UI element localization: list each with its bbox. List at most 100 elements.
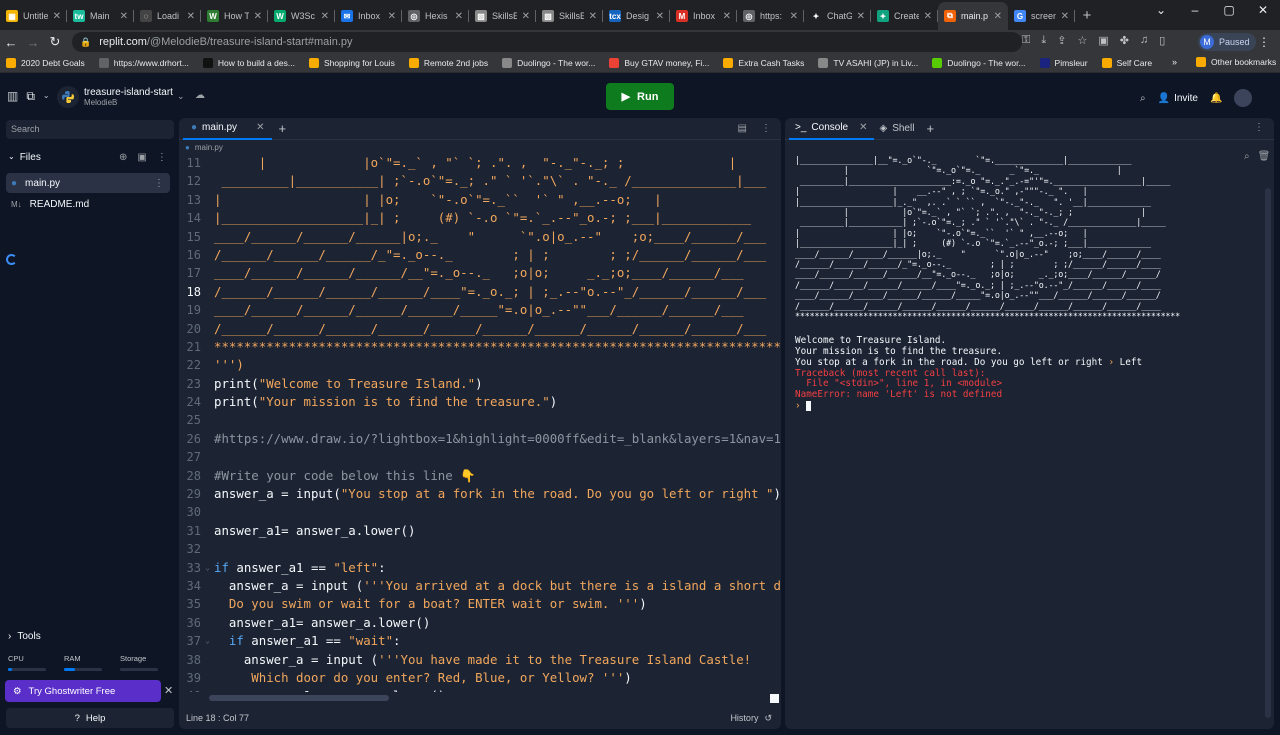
tab-main-py[interactable]: ● main.py ✕ [183, 118, 273, 140]
browser-tab[interactable]: Gscreen ✕ [1008, 2, 1075, 30]
fold-gutter[interactable] [201, 669, 214, 687]
fold-gutter[interactable] [201, 430, 214, 448]
browser-tab[interactable]: ⧉ main.p ✕ [938, 2, 1008, 30]
close-tab-icon[interactable]: ✕ [723, 11, 731, 22]
input-prompt[interactable]: › [795, 401, 1235, 412]
fold-gutter[interactable] [201, 595, 214, 613]
bookmark-item[interactable]: Extra Cash Tasks [723, 58, 804, 68]
close-icon[interactable]: ✕ [256, 122, 264, 133]
bookmark-item[interactable]: Remote 2nd jobs [408, 58, 488, 68]
code-line[interactable]: 23 print("Welcome to Treasure Island.") [179, 375, 781, 393]
code-line[interactable]: 13 | | |o; `"-.o`"=._`` '` " ,__.--o; | [179, 191, 781, 209]
key-icon[interactable]: ⚿ [1022, 34, 1030, 47]
fold-gutter[interactable] [201, 301, 214, 319]
fold-gutter[interactable] [201, 264, 214, 282]
fold-gutter[interactable] [201, 172, 214, 190]
code-line[interactable]: 34 answer_a = input ('''You arrived at a… [179, 577, 781, 595]
close-tab-icon[interactable]: ✕ [455, 11, 463, 22]
code-line[interactable]: 30 [179, 503, 781, 521]
code-line[interactable]: 25 [179, 411, 781, 429]
code-line[interactable]: 28 #Write your code below this line 👇 [179, 467, 781, 485]
fold-gutter[interactable] [201, 485, 214, 503]
fold-gutter[interactable] [201, 320, 214, 338]
puzzle-icon[interactable]: ✤ [1120, 34, 1129, 47]
code-line[interactable]: 32 [179, 540, 781, 558]
bookmark-item[interactable]: How to build a des... [202, 58, 295, 68]
browser-tab[interactable]: ▦ Untitle ✕ [0, 2, 67, 30]
user-avatar[interactable] [1234, 89, 1253, 107]
fold-gutter[interactable] [201, 154, 214, 172]
fold-gutter[interactable] [201, 209, 214, 227]
fold-gutter[interactable]: ⌄ [201, 632, 214, 650]
scrollbar-thumb[interactable] [209, 695, 389, 701]
close-tab-icon[interactable]: ✕ [120, 11, 128, 22]
back-icon[interactable]: ← [0, 35, 22, 50]
tools-section[interactable]: › Tools [8, 631, 41, 642]
file-item-readme[interactable]: M↓ README.md [6, 194, 170, 214]
vertical-scrollbar[interactable] [1265, 188, 1271, 718]
close-icon[interactable]: ✕ [164, 684, 173, 697]
code-line[interactable]: 16 /______/______/______/_"=._o--._ ; | ;… [179, 246, 781, 264]
add-tab-icon[interactable]: + [278, 121, 286, 136]
fold-gutter[interactable] [201, 448, 214, 466]
browser-tab[interactable]: ◌ Loadi ✕ [134, 2, 201, 30]
close-tab-icon[interactable]: ✕ [522, 11, 530, 22]
code-line[interactable]: 12 _________|___________| ;`-.o`"=._; ."… [179, 172, 781, 190]
code-line[interactable]: 21 **************************************… [179, 338, 781, 356]
chevron-down-icon[interactable]: ⌄ [43, 89, 50, 104]
fold-gutter[interactable] [201, 338, 214, 356]
browser-tab[interactable]: W How T ✕ [201, 2, 268, 30]
sidebar-toggle-icon[interactable]: ▥ [7, 89, 18, 104]
code-line[interactable]: 22 ''') [179, 356, 781, 374]
code-line[interactable]: 27 [179, 448, 781, 466]
code-line[interactable]: 33 ⌄ if answer_a1 == "left": [179, 559, 781, 577]
other-bookmarks[interactable]: Other bookmarks [1196, 57, 1276, 67]
clear-console-icon[interactable]: 🗑 [1258, 151, 1271, 162]
run-button[interactable]: ▶ Run [606, 83, 674, 110]
code-line[interactable]: 11 | |o`"=._` , "` `; .". , "-._"-._; ; … [179, 154, 781, 172]
code-area[interactable]: 11 | |o`"=._` , "` `; .". , "-._"-._; ; … [179, 154, 781, 692]
fold-gutter[interactable] [201, 375, 214, 393]
search-input[interactable]: Search [6, 120, 174, 139]
new-tab-button[interactable]: + [1075, 2, 1099, 30]
help-button[interactable]: ? Help [6, 708, 174, 728]
browser-tab[interactable]: ▧ SkillsE ✕ [536, 2, 603, 30]
browser-tab[interactable]: ▧ SkillsE ✕ [469, 2, 536, 30]
file-item-main-py[interactable]: ● main.py ⋮ [6, 173, 170, 193]
bell-icon[interactable]: 🔔 [1210, 93, 1222, 104]
close-tab-icon[interactable]: ✕ [321, 11, 329, 22]
more-icon[interactable]: ⋮ [761, 123, 771, 134]
fold-gutter[interactable] [201, 687, 214, 692]
fold-gutter[interactable]: ⌄ [201, 559, 214, 577]
bookmark-item[interactable]: https://www.drhort... [98, 58, 189, 68]
bookmark-star-icon[interactable]: ☆ [1077, 34, 1087, 47]
bookmark-item[interactable]: 2020 Debt Goals [6, 58, 85, 68]
fold-gutter[interactable] [201, 246, 214, 264]
maximize-button[interactable]: ▢ [1212, 0, 1246, 30]
minimize-button[interactable]: – [1178, 0, 1212, 30]
tab-search-icon[interactable]: ⌄ [1144, 0, 1178, 30]
browser-tab[interactable]: ◎ Hexis ✕ [402, 2, 469, 30]
tab-shell[interactable]: ◈ Shell [874, 118, 921, 140]
close-tab-icon[interactable]: ✕ [857, 11, 865, 22]
horizontal-scrollbar[interactable] [179, 694, 781, 703]
browser-tab[interactable]: tw Main ✕ [67, 2, 134, 30]
ghostwriter-button[interactable]: ⚙ Try Ghostwriter Free [5, 680, 161, 702]
add-tab-icon[interactable]: + [926, 121, 934, 136]
code-line[interactable]: 19 ____/______/______/______/______/_____… [179, 301, 781, 319]
code-line[interactable]: 14 |___________________|_| ; (#) `-.o `"=… [179, 209, 781, 227]
code-line[interactable]: 40 answer_a1= answer_a.lower() [179, 687, 781, 692]
fold-gutter[interactable] [201, 283, 214, 301]
tab-console[interactable]: >_ Console ✕ [789, 118, 874, 140]
extension-icon[interactable]: ▣ [1098, 34, 1108, 47]
fold-gutter[interactable] [201, 191, 214, 209]
close-tab-icon[interactable]: ✕ [589, 11, 597, 22]
close-icon[interactable]: ✕ [859, 122, 867, 133]
close-tab-icon[interactable]: ✕ [254, 11, 262, 22]
close-tab-icon[interactable]: ✕ [994, 11, 1002, 22]
close-tab-icon[interactable]: ✕ [388, 11, 396, 22]
bookmark-item[interactable]: Self Care [1101, 58, 1152, 68]
media-icon[interactable]: ♫ [1140, 34, 1148, 47]
fold-gutter[interactable] [201, 651, 214, 669]
close-window-button[interactable]: ✕ [1246, 0, 1280, 30]
